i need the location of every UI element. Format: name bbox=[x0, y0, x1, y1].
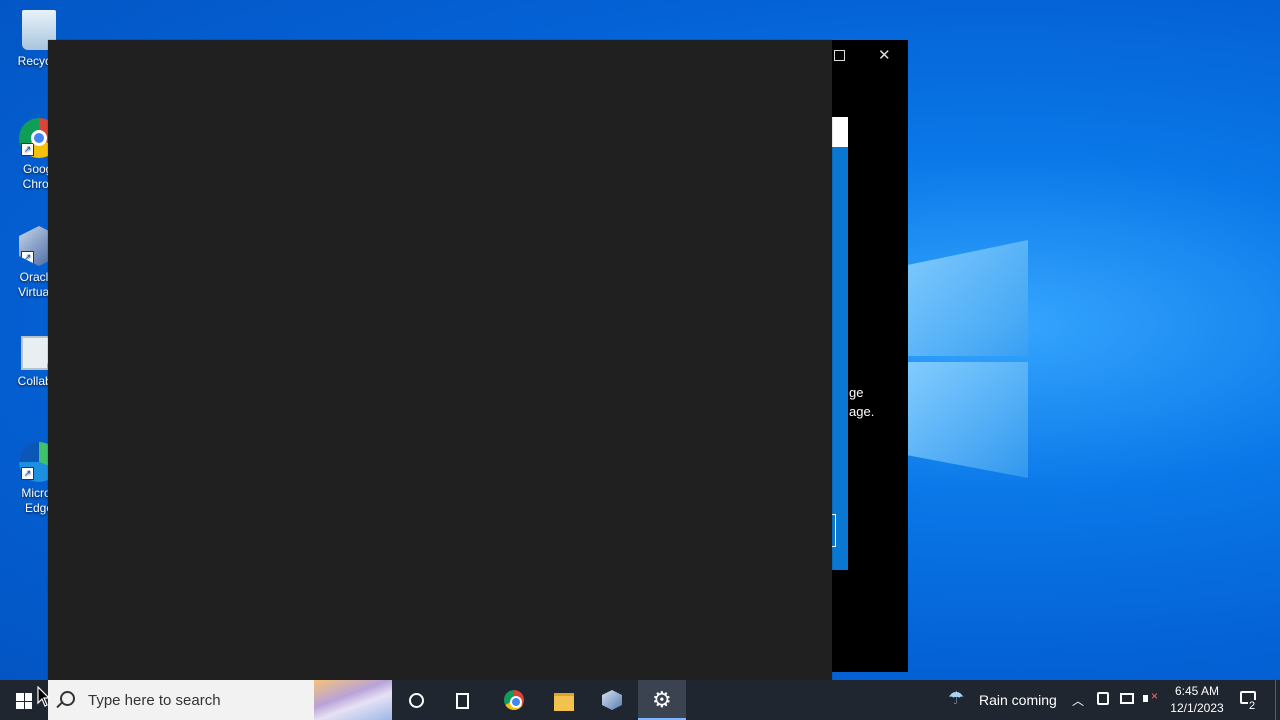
gear-icon: ⚙ bbox=[652, 687, 672, 712]
shortcut-arrow-icon: ↗ bbox=[21, 143, 34, 156]
file-explorer-icon[interactable] bbox=[540, 680, 588, 720]
windows-wallpaper-logo bbox=[895, 240, 1035, 485]
taskbar: Type here to search ⚙ ☂ Rain coming ︿ 6:… bbox=[0, 680, 1280, 720]
clock-time: 6:45 AM bbox=[1174, 684, 1220, 698]
system-clock[interactable]: 6:45 AM 12/1/2023 bbox=[1160, 683, 1234, 717]
virtualbox-taskbar-icon[interactable] bbox=[588, 680, 636, 720]
button-outline[interactable] bbox=[832, 514, 836, 547]
windows-start-icon bbox=[16, 693, 32, 709]
background-window[interactable]: ✕ ge age. bbox=[832, 40, 908, 672]
weather-widget[interactable]: ☂ Rain coming bbox=[944, 680, 1064, 720]
show-hidden-icons-chevron[interactable]: ︿ bbox=[1072, 692, 1084, 709]
umbrella-icon: ☂ bbox=[948, 688, 965, 708]
network-icon[interactable] bbox=[1120, 693, 1134, 704]
taskbar-search-box[interactable]: Type here to search bbox=[48, 680, 392, 720]
weather-text: Rain coming bbox=[979, 692, 1057, 708]
show-desktop-button[interactable] bbox=[1275, 680, 1276, 720]
cortana-icon[interactable] bbox=[392, 680, 440, 720]
search-placeholder: Type here to search bbox=[88, 692, 221, 709]
dark-app-window[interactable] bbox=[48, 40, 832, 680]
shortcut-arrow-icon: ↗ bbox=[21, 467, 34, 480]
close-icon[interactable]: ✕ bbox=[878, 46, 891, 64]
shortcut-arrow-icon: ↗ bbox=[21, 251, 34, 264]
notification-count: 2 bbox=[1248, 700, 1257, 712]
task-view-icon[interactable] bbox=[440, 680, 488, 720]
settings-taskbar-button[interactable]: ⚙ bbox=[638, 680, 686, 720]
action-center-button[interactable]: 2 bbox=[1238, 680, 1280, 720]
white-field bbox=[832, 117, 848, 147]
search-highlight-image bbox=[314, 680, 392, 720]
mouse-cursor-icon bbox=[37, 686, 51, 707]
search-icon bbox=[60, 691, 75, 706]
partial-message-text: ge age. bbox=[849, 385, 875, 419]
chrome-icon[interactable] bbox=[490, 680, 538, 720]
maximize-icon[interactable] bbox=[834, 50, 845, 61]
meet-now-icon[interactable] bbox=[1097, 692, 1109, 705]
volume-muted-icon[interactable] bbox=[1143, 689, 1158, 706]
clock-date: 12/1/2023 bbox=[1170, 701, 1224, 715]
blue-panel bbox=[832, 117, 848, 570]
